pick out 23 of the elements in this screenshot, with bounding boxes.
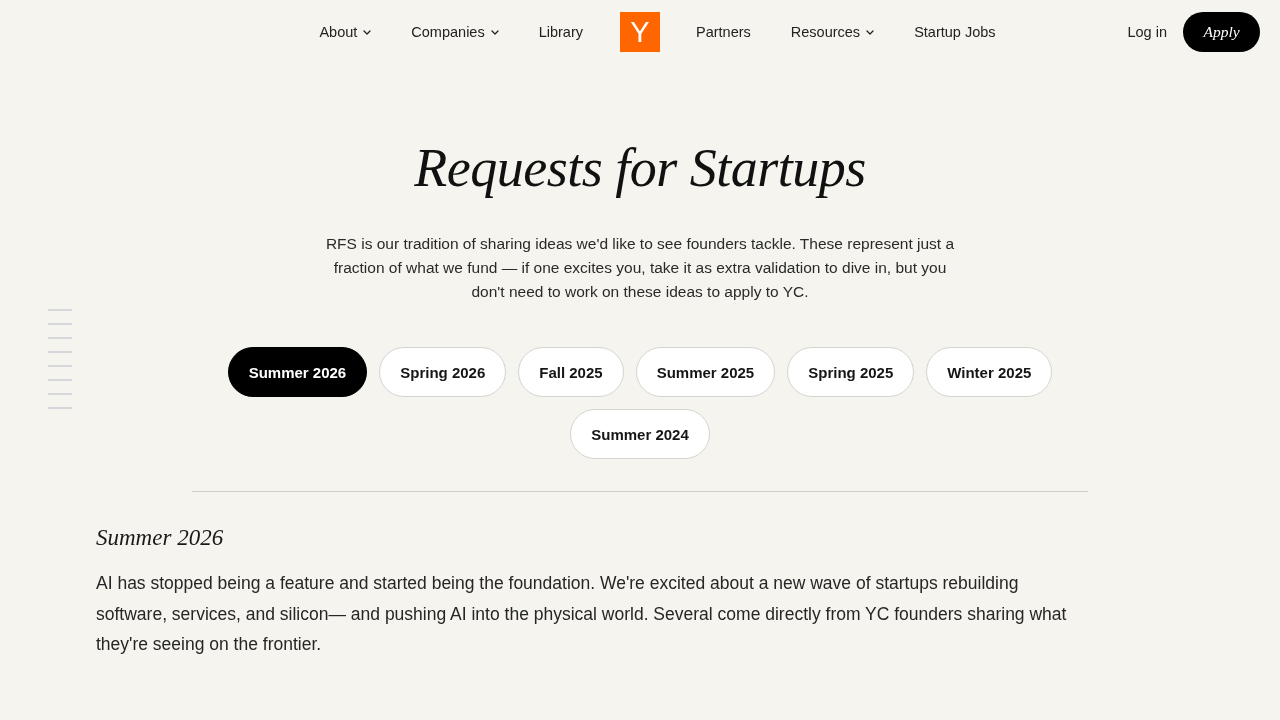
section-text: AI has stopped being a feature and started being the foundation. We're excited about a new wave of startups rebuilding software, services, and silicon— and pushing AI into the physical world. Several come directly from YC founders sharing what they're seeing on the frontier. [96, 572, 1068, 656]
batch-tab[interactable]: Spring 2025 [787, 347, 915, 397]
nav-link[interactable]: Library [538, 24, 583, 40]
batch-tab[interactable]: Summer 2026 [227, 347, 368, 397]
page-title: Requests for Startups [414, 137, 866, 200]
nav-link[interactable]: Resources [790, 24, 875, 40]
batch-tab[interactable]: Summer 2025 [635, 347, 776, 397]
nav-link[interactable]: Startup Jobs [914, 24, 996, 40]
batch-tab[interactable]: Fall 2025 [518, 347, 624, 397]
nav-link[interactable]: Partners [696, 24, 751, 40]
nav-link[interactable]: Companies [411, 24, 499, 40]
caret-icon [866, 29, 875, 35]
batch-tab[interactable]: Winter 2025 [926, 347, 1053, 397]
caret-icon [490, 29, 499, 35]
intro-text: RFS is our tradition of sharing ideas we'd like to see founders tackle. These represent just a fraction of what we fund — if one excites you, take it as extra validation to dive in, but you don't need to work on these ideas to apply to YC. [324, 234, 956, 302]
outline-lines-icon [48, 309, 72, 409]
apply-button[interactable]: Apply [1183, 12, 1260, 52]
batch-tab[interactable]: Summer 2024 [570, 409, 710, 459]
nav-link[interactable]: About [319, 24, 372, 40]
login-link[interactable]: Log in [1127, 24, 1167, 40]
caret-icon [363, 29, 372, 35]
section-heading: Summer 2026 [96, 524, 225, 552]
batch-tab[interactable]: Spring 2026 [379, 347, 507, 397]
